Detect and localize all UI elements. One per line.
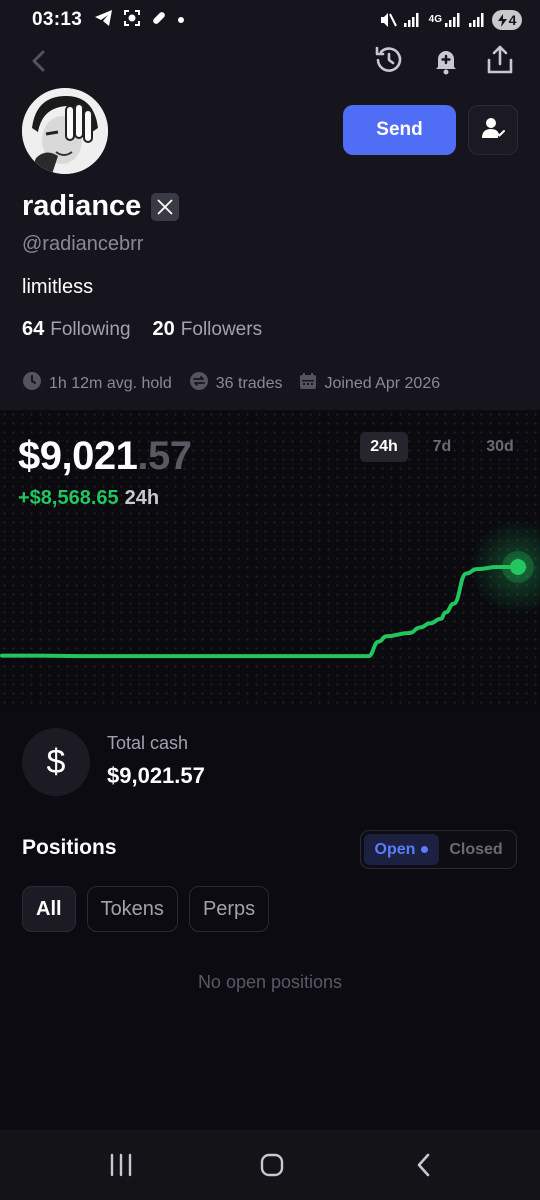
- range-tab-24h[interactable]: 24h: [360, 432, 408, 462]
- toggle-open[interactable]: Open: [364, 834, 439, 865]
- filter-tokens[interactable]: Tokens: [86, 886, 178, 932]
- portfolio-pnl: +$8,568.65 24h: [18, 487, 160, 509]
- chart-series-line: [0, 565, 520, 659]
- recents-icon[interactable]: [108, 1153, 134, 1182]
- swap-icon: [189, 371, 209, 396]
- user-check-icon: [480, 115, 506, 146]
- system-nav-bar: [0, 1130, 540, 1200]
- status-time: 03:13: [32, 9, 83, 30]
- range-tab-7d[interactable]: 7d: [418, 432, 466, 462]
- telegram-icon: [94, 9, 114, 32]
- screenshot-icon: [123, 9, 141, 32]
- cash-and-positions: $ Total cash $9,021.57 Positions Open Cl…: [0, 710, 540, 1130]
- following-stat[interactable]: 64 Following: [22, 318, 131, 341]
- portfolio-balance: $9,021.57: [18, 434, 192, 478]
- bell-plus-icon[interactable]: [429, 43, 463, 77]
- clock-icon: [22, 371, 42, 396]
- signal-icon-2: [468, 12, 486, 28]
- empty-positions-text: No open positions: [197, 972, 343, 992]
- profile-handle: @radiancebrr: [22, 233, 144, 255]
- profile-name: radiance: [22, 190, 142, 222]
- toggle-closed[interactable]: Closed: [439, 841, 513, 859]
- share-icon[interactable]: [483, 43, 517, 77]
- total-cash-value: $9,021.57: [107, 763, 205, 788]
- display-name: radiance: [22, 190, 180, 223]
- avg-hold-meta: 1h 12m avg. hold: [22, 371, 172, 396]
- dollar-icon: $: [22, 728, 90, 796]
- mute-icon: [379, 11, 397, 29]
- trades-meta: 36 trades: [189, 371, 282, 396]
- open-dot-icon: [421, 846, 429, 853]
- positions-status-toggle: Open Closed: [360, 830, 517, 869]
- send-button[interactable]: Send: [343, 105, 456, 155]
- back-icon[interactable]: [413, 1152, 435, 1183]
- 4g-signal-icon: 4G: [429, 12, 462, 28]
- filter-all[interactable]: All: [22, 886, 76, 932]
- back-chevron-icon[interactable]: [26, 48, 52, 74]
- follow-stats: 64 Following 20 Followers: [22, 318, 262, 341]
- profile-header: Send radiance @radiancebrr limitless 64 F…: [0, 40, 540, 410]
- profile-bio: limitless: [22, 276, 94, 298]
- positions-title: Positions: [22, 836, 117, 859]
- status-bar: 03:13 4G 4: [0, 0, 540, 40]
- total-cash-label: Total cash: [107, 733, 189, 753]
- battery-indicator: 4: [492, 10, 522, 30]
- filter-perps[interactable]: Perps: [188, 886, 270, 932]
- capsule-icon: [150, 9, 168, 32]
- profile-meta: 1h 12m avg. hold 36 trades Joined Apr 20…: [22, 371, 457, 396]
- avatar[interactable]: [22, 88, 108, 174]
- portfolio-chart-section: $9,021.57 +$8,568.65 24h 24h 7d 30d: [0, 410, 540, 710]
- joined-meta: Joined Apr 2026: [299, 372, 440, 395]
- followers-stat[interactable]: 20 Followers: [153, 318, 263, 341]
- x-logo-icon[interactable]: [151, 192, 180, 221]
- signal-icon: [403, 12, 423, 28]
- positions-filters: All Tokens Perps: [22, 886, 270, 932]
- history-icon[interactable]: [372, 43, 406, 77]
- chart-end-point: [510, 559, 526, 575]
- range-tabs: 24h 7d 30d: [360, 432, 524, 462]
- range-tab-30d[interactable]: 30d: [476, 432, 524, 462]
- follow-button[interactable]: [468, 105, 518, 155]
- home-icon[interactable]: [259, 1153, 285, 1182]
- dot-icon: [177, 11, 185, 29]
- calendar-icon: [299, 372, 317, 395]
